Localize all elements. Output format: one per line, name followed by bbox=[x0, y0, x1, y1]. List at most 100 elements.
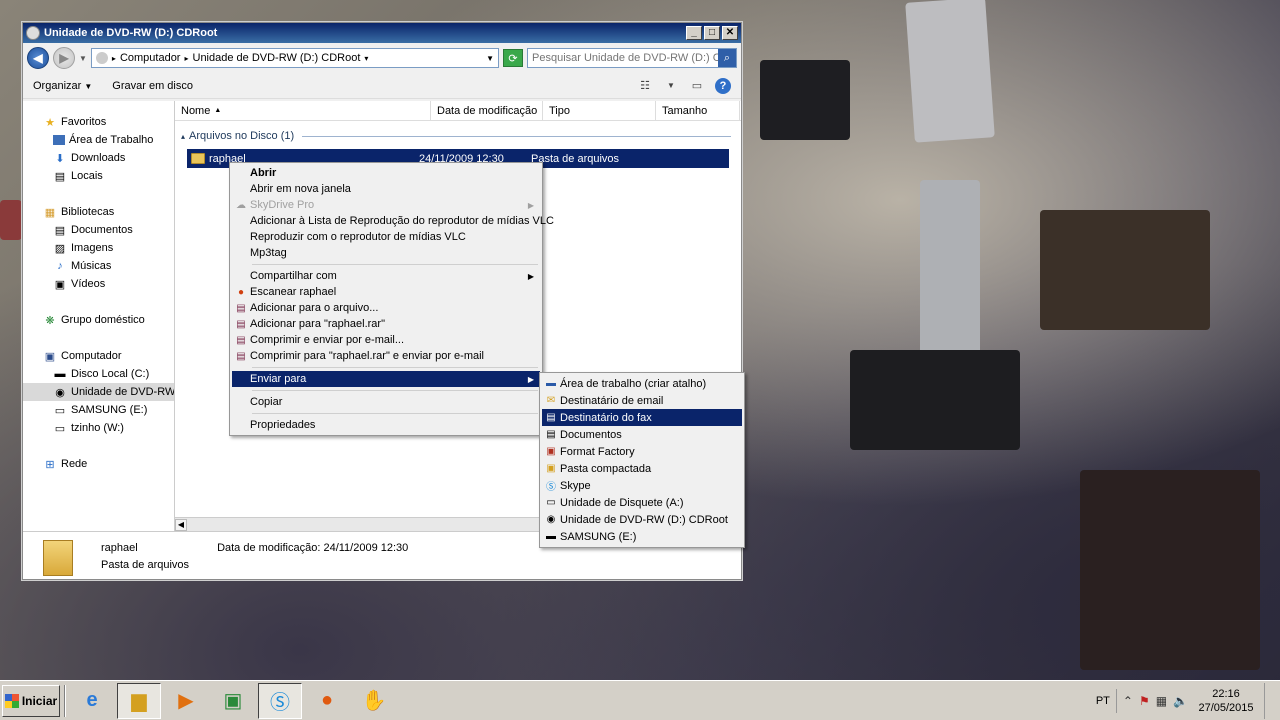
chevron-down-icon[interactable]: ▾ bbox=[364, 54, 368, 63]
maximize-button[interactable]: □ bbox=[704, 26, 720, 40]
menu-compress-email[interactable]: ▤ Comprimir e enviar por e-mail... bbox=[232, 332, 540, 348]
sendto-skype[interactable]: Ⓢ Skype bbox=[542, 477, 742, 494]
chevron-right-icon[interactable]: ▸ bbox=[112, 54, 116, 63]
column-name[interactable]: Nome ▲ bbox=[175, 101, 431, 120]
documents-icon: ▤ bbox=[546, 428, 556, 440]
horizontal-scrollbar[interactable]: ◀ bbox=[175, 517, 555, 531]
chevron-right-icon[interactable]: ▸ bbox=[184, 54, 188, 63]
sendto-zip[interactable]: ▣ Pasta compactada bbox=[542, 460, 742, 477]
forward-button[interactable]: ▶ bbox=[53, 47, 75, 69]
nav-drive-d[interactable]: ◉Unidade de DVD-RW (D: bbox=[23, 383, 174, 401]
address-dropdown-icon[interactable]: ▼ bbox=[486, 54, 494, 63]
group-header[interactable]: ▴ Arquivos no Disco (1) bbox=[181, 130, 741, 142]
taskbar-app[interactable]: ▣ bbox=[211, 683, 255, 719]
close-button[interactable]: ✕ bbox=[722, 26, 738, 40]
nav-network[interactable]: ⊞ Rede bbox=[23, 455, 174, 473]
back-button[interactable]: ◀ bbox=[27, 47, 49, 69]
taskbar-baseball-app[interactable]: ✋ bbox=[352, 683, 396, 719]
start-button[interactable]: Iniciar bbox=[2, 684, 60, 717]
taskbar-skype[interactable]: Ⓢ bbox=[258, 682, 302, 719]
winrar-icon: ▤ bbox=[236, 302, 246, 314]
nav-desktop[interactable]: Área de Trabalho bbox=[23, 131, 174, 149]
nav-music[interactable]: ♪ Músicas bbox=[23, 257, 174, 275]
libraries-icon: ▦ bbox=[44, 206, 56, 219]
taskbar-explorer[interactable]: ▆ bbox=[117, 682, 161, 719]
search-icon[interactable]: ⌕ bbox=[718, 49, 736, 67]
column-size[interactable]: Tamanho bbox=[656, 101, 740, 120]
sendto-desktop[interactable]: ▬ Área de trabalho (criar atalho) bbox=[542, 375, 742, 392]
title-bar: Unidade de DVD-RW (D:) CDRoot _ □ ✕ bbox=[23, 23, 741, 43]
show-desktop-button[interactable] bbox=[1264, 682, 1274, 719]
details-date-value: 24/11/2009 12:30 bbox=[323, 542, 409, 554]
dvd-drive-icon: ◉ bbox=[55, 386, 65, 399]
sendto-mail[interactable]: ✉ Destinatário de email bbox=[542, 392, 742, 409]
winrar-icon: ▤ bbox=[236, 318, 246, 330]
menu-copy[interactable]: Copiar bbox=[232, 394, 540, 410]
history-dropdown-icon[interactable]: ▼ bbox=[79, 54, 87, 63]
breadcrumb-drive[interactable]: Unidade de DVD-RW (D:) CDRoot bbox=[193, 52, 361, 64]
volume-icon[interactable]: 🔈 bbox=[1173, 694, 1188, 708]
column-type[interactable]: Tipo bbox=[543, 101, 656, 120]
sendto-documents[interactable]: ▤ Documentos bbox=[542, 426, 742, 443]
nav-locations[interactable]: ▤ Locais bbox=[23, 167, 174, 185]
taskbar-internet-explorer[interactable]: e bbox=[70, 683, 114, 719]
nav-libraries[interactable]: ▦ Bibliotecas bbox=[23, 203, 174, 221]
downloads-icon: ⬇ bbox=[55, 152, 65, 165]
action-center-icon[interactable]: ⚑ bbox=[1139, 694, 1150, 708]
nav-videos[interactable]: ▣ Vídeos bbox=[23, 275, 174, 293]
network-status-icon[interactable]: ▦ bbox=[1156, 694, 1167, 708]
column-date[interactable]: Data de modificação bbox=[431, 101, 543, 120]
column-header: Nome ▲ Data de modificação Tipo Tamanho bbox=[175, 101, 741, 121]
preview-pane-icon[interactable]: ▭ bbox=[689, 79, 705, 93]
sendto-floppy[interactable]: ▭ Unidade de Disquete (A:) bbox=[542, 494, 742, 511]
refresh-button[interactable]: ⟳ bbox=[503, 49, 523, 67]
nav-downloads[interactable]: ⬇ Downloads bbox=[23, 149, 174, 167]
nav-drive-w[interactable]: ▭ tzinho (W:) bbox=[23, 419, 174, 437]
send-to-submenu: ▬ Área de trabalho (criar atalho) ✉ Destin… bbox=[539, 372, 745, 548]
menu-share-with[interactable]: Compartilhar com ▶ bbox=[232, 268, 540, 284]
organize-menu[interactable]: Organizar ▼ bbox=[33, 80, 92, 92]
taskbar-firefox[interactable]: ● bbox=[305, 683, 349, 719]
menu-properties[interactable]: Propriedades bbox=[232, 417, 540, 433]
language-indicator[interactable]: PT bbox=[1090, 688, 1117, 713]
menu-send-to[interactable]: Enviar para ▶ bbox=[232, 371, 540, 387]
collapse-icon[interactable]: ▴ bbox=[181, 132, 185, 141]
nav-favorites[interactable]: ★ Favoritos bbox=[23, 113, 174, 131]
nav-homegroup[interactable]: ❋ Grupo doméstico bbox=[23, 311, 174, 329]
breadcrumb-computer[interactable]: Computador bbox=[120, 52, 181, 64]
menu-vlc-play[interactable]: Reproduzir com o reprodutor de mídias VL… bbox=[232, 229, 540, 245]
clock[interactable]: 22:16 27/05/2015 bbox=[1194, 687, 1258, 715]
menu-mp3tag[interactable]: Mp3tag bbox=[232, 245, 540, 261]
details-type: Pasta de arquivos bbox=[101, 559, 190, 571]
nav-documents[interactable]: ▤ Documentos bbox=[23, 221, 174, 239]
details-date-label: Data de modificação: bbox=[217, 542, 321, 554]
minimize-button[interactable]: _ bbox=[686, 26, 702, 40]
sendto-fax[interactable]: ▤ Destinatário do fax bbox=[542, 409, 742, 426]
menu-skydrive[interactable]: ☁ SkyDrive Pro ▶ bbox=[232, 197, 540, 213]
view-dropdown-icon[interactable]: ▼ bbox=[663, 79, 679, 93]
show-hidden-icons[interactable]: ⌃ bbox=[1123, 694, 1133, 708]
menu-open[interactable]: Abrir bbox=[232, 165, 540, 181]
menu-add-archive[interactable]: ▤ Adicionar para o arquivo... bbox=[232, 300, 540, 316]
menu-open-new-window[interactable]: Abrir em nova janela bbox=[232, 181, 540, 197]
menu-add-rar[interactable]: ▤ Adicionar para "raphael.rar" bbox=[232, 316, 540, 332]
menu-scan[interactable]: ● Escanear raphael bbox=[232, 284, 540, 300]
sendto-dvd[interactable]: ◉ Unidade de DVD-RW (D:) CDRoot bbox=[542, 511, 742, 528]
sendto-samsung[interactable]: ▬ SAMSUNG (E:) bbox=[542, 528, 742, 545]
menu-compress-rar-email[interactable]: ▤ Comprimir para "raphael.rar" e enviar p… bbox=[232, 348, 540, 364]
nav-drive-e[interactable]: ▭ SAMSUNG (E:) bbox=[23, 401, 174, 419]
taskbar-media-player[interactable]: ▶ bbox=[164, 683, 208, 719]
sendto-format-factory[interactable]: ▣ Format Factory bbox=[542, 443, 742, 460]
nav-computer[interactable]: ▣ Computador bbox=[23, 347, 174, 365]
search-box[interactable]: ⌕ bbox=[527, 48, 737, 68]
help-icon[interactable]: ? bbox=[715, 77, 731, 94]
search-input[interactable] bbox=[532, 52, 718, 64]
scroll-left-icon[interactable]: ◀ bbox=[175, 518, 187, 531]
burn-button[interactable]: Gravar em disco bbox=[112, 80, 193, 92]
nav-pictures[interactable]: ▨ Imagens bbox=[23, 239, 174, 257]
view-options-icon[interactable]: ☷ bbox=[637, 79, 653, 93]
menu-vlc-add[interactable]: Adicionar à Lista de Reprodução do repro… bbox=[232, 213, 554, 229]
nav-drive-c[interactable]: ▬ Disco Local (C:) bbox=[23, 365, 174, 383]
address-bar[interactable]: ▸ Computador ▸ Unidade de DVD-RW (D:) CD… bbox=[90, 48, 499, 68]
removable-drive-icon: ▭ bbox=[54, 404, 66, 417]
